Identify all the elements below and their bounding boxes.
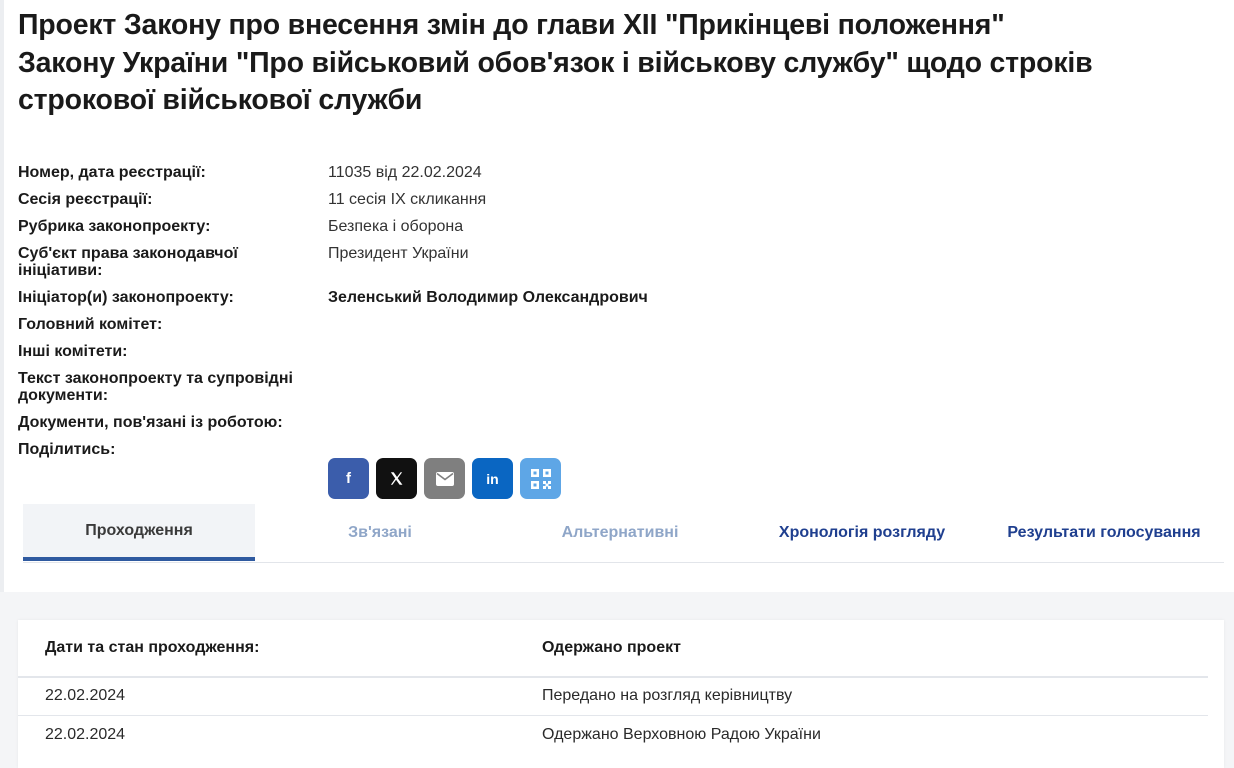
info-row-documents: Текст законопроекту та супровідні докуме… (18, 366, 918, 404)
info-row-main-committee: Головний комітет: (18, 312, 918, 333)
info-row-subject: Суб'єкт права законодавчої ініціативи: П… (18, 241, 918, 279)
tab-label: Зв'язані (348, 523, 412, 541)
qr-code-icon (530, 468, 551, 489)
bill-info-table: Номер, дата реєстрації: 11035 від 22.02.… (18, 160, 918, 464)
info-label: Текст законопроекту та супровідні докуме… (18, 370, 293, 404)
facebook-share-button[interactable]: f (328, 458, 369, 499)
info-label: Суб'єкт права законодавчої ініціативи: (18, 245, 238, 279)
info-row-session: Сесія реєстрації: 11 сесія IX скликання (18, 187, 918, 208)
info-value: Безпека і оборона (328, 218, 464, 235)
tab-chronology[interactable]: Хронологія розгляду (757, 504, 967, 561)
table-row: 22.02.2024 Одержано Верховною Радою Укра… (18, 716, 1208, 754)
info-label: Інші комітети: (18, 343, 128, 360)
info-label: Номер, дата реєстрації: (18, 164, 206, 181)
passage-table-header: Дати та стан проходження: Одержано проек… (18, 620, 1208, 678)
table-row: 22.02.2024 Передано на розгляд керівницт… (18, 677, 1208, 716)
info-value: 11035 від 22.02.2024 (328, 164, 482, 181)
passage-card: Дати та стан проходження: Одержано проек… (18, 620, 1224, 768)
info-row-related-docs: Документи, пов'язані із роботою: (18, 410, 918, 431)
info-label: Документи, пов'язані із роботою: (18, 414, 283, 431)
info-label: Сесія реєстрації: (18, 191, 153, 208)
info-label: Ініціатор(и) законопроекту: (18, 289, 234, 306)
linkedin-icon: in (486, 470, 499, 487)
tab-label: Проходження (85, 521, 193, 539)
tab-voting-results[interactable]: Результати голосування (999, 504, 1209, 561)
linkedin-share-button[interactable]: in (472, 458, 513, 499)
info-label: Головний комітет: (18, 316, 163, 333)
info-label: Поділитись: (18, 441, 116, 458)
info-label: Рубрика законопроекту: (18, 218, 211, 235)
info-row-share: Поділитись: (18, 437, 918, 458)
header-status-label: Одержано проект (542, 639, 681, 656)
bill-tabs: Проходження Зв'язані Альтернативні Хроно… (23, 504, 1224, 563)
header-date-label: Дати та стан проходження: (45, 639, 260, 656)
email-share-button[interactable] (424, 458, 465, 499)
info-value: Президент України (328, 245, 469, 262)
tab-label: Хронологія розгляду (778, 523, 946, 541)
info-row-number: Номер, дата реєстрації: 11035 від 22.02.… (18, 160, 918, 181)
tab-alternative[interactable]: Альтернативні (515, 504, 725, 561)
row-status: Одержано Верховною Радою України (542, 726, 821, 743)
row-date: 22.02.2024 (45, 726, 126, 743)
row-status: Передано на розгляд керівництву (542, 687, 793, 704)
share-buttons: f in (328, 458, 561, 499)
initiator-link[interactable]: Зеленський Володимир Олександрович (328, 285, 648, 306)
tab-label: Результати голосування (1007, 523, 1201, 541)
tab-label: Альтернативні (561, 523, 679, 541)
facebook-icon: f (346, 470, 351, 487)
row-date: 22.02.2024 (45, 687, 126, 704)
x-share-button[interactable] (376, 458, 417, 499)
info-row-initiator: Ініціатор(и) законопроекту: Зеленський В… (18, 285, 918, 306)
tab-related[interactable]: Зв'язані (275, 504, 485, 561)
email-icon (435, 471, 454, 486)
info-row-other-committees: Інші комітети: (18, 339, 918, 360)
x-icon (390, 472, 403, 485)
qr-code-button[interactable] (520, 458, 561, 499)
info-row-rubric: Рубрика законопроекту: Безпека і оборона (18, 214, 918, 235)
page-title: Проект Закону про внесення змін до глави… (18, 9, 1093, 116)
info-value: 11 сесія IX скликання (328, 191, 487, 208)
tab-passage[interactable]: Проходження (23, 504, 255, 561)
